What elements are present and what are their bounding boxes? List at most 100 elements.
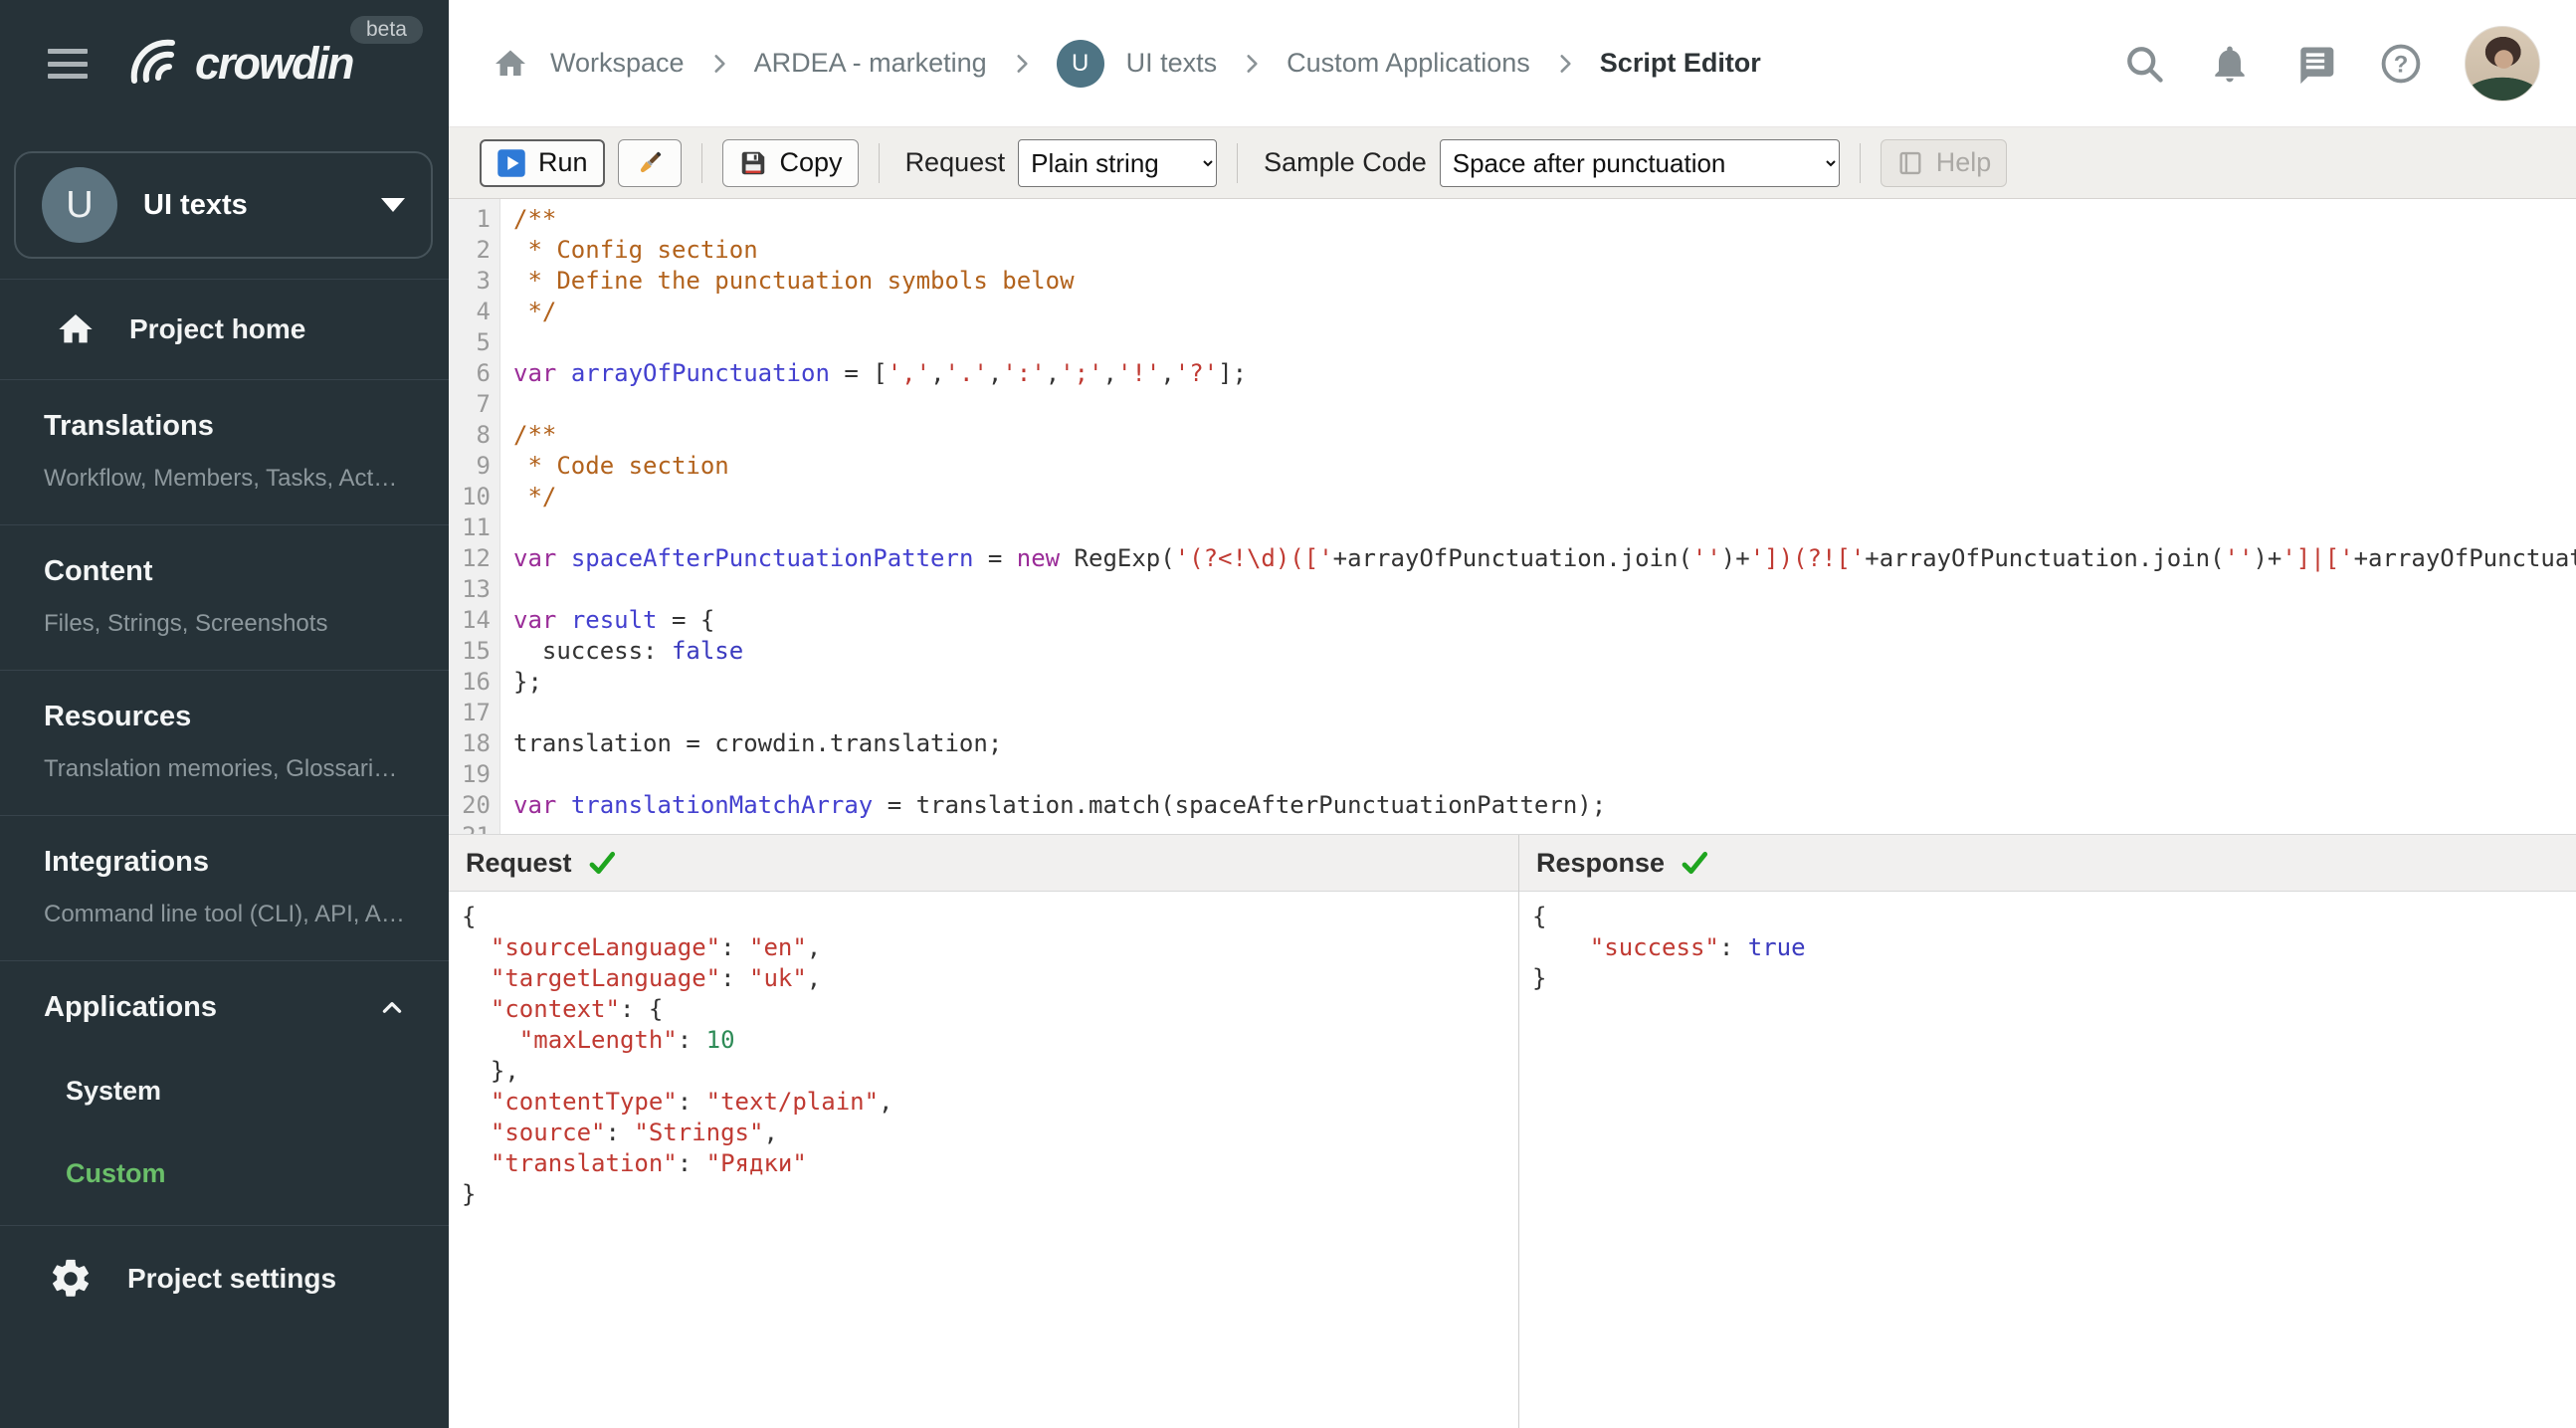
line-number: 14 [462,606,491,634]
hamburger-menu-icon[interactable] [48,49,88,79]
home-icon [59,314,93,343]
brush-icon [640,151,661,172]
section-title: Integrations [44,846,209,878]
section-title: Applications [44,991,218,1023]
topbar-actions: ? [2122,25,2540,102]
home-icon[interactable] [493,46,528,82]
io-panels: Request { "sourceLanguage": "en", "targe… [449,834,2576,1428]
line-number: 21 [449,821,491,834]
request-panel-header: Request [449,835,1518,892]
line-number: 18 [462,729,491,757]
caret-down-icon [381,198,405,212]
code-line: { [1532,903,1547,930]
sample-code-select[interactable]: Space after punctuation [1439,138,1840,187]
section-subtitle: Translation memories, Glossari… [44,755,398,782]
user-avatar[interactable] [2465,25,2540,102]
line-number: 4 [476,298,491,325]
line-number: 1 [476,205,491,233]
copy-button[interactable]: Copy [721,138,859,187]
sidebar-item-resources[interactable]: Resources Translation memories, Glossari… [0,671,449,815]
code-line: success: false [513,637,744,665]
request-json[interactable]: { "sourceLanguage": "en", "targetLanguag… [449,892,1518,1428]
code-line: var arrayOfPunctuation = [',','.',':',';… [513,359,1248,387]
notifications-bell-icon[interactable] [2208,42,2252,86]
script-editor[interactable]: 123456789101112131415161718192021 /** * … [449,199,2576,834]
toolbar-separator [878,142,880,183]
sidebar-item-label: Project settings [127,1263,337,1294]
project-selector[interactable]: U UI texts [14,151,433,259]
section-title: Content [44,555,153,587]
breadcrumb-project-group[interactable]: ARDEA - marketing [754,48,987,79]
crowdin-logo[interactable]: crowdin [125,34,355,94]
line-number: 3 [476,267,491,295]
code-line: */ [513,298,557,325]
sidebar-section-applications: Applications System Custom [0,961,449,1225]
code-line: "translation": "Рядки" [490,1149,807,1177]
code-line: "context": { [490,995,664,1023]
line-number: 5 [476,328,491,356]
line-number: 8 [476,421,491,449]
help-button[interactable]: Help [1880,138,2008,187]
sidebar-item-custom[interactable]: Custom [66,1158,409,1189]
line-number: 10 [462,483,491,510]
search-icon[interactable] [2122,42,2166,86]
sidebar-item-label: Project home [129,313,306,344]
format-brush-button[interactable] [617,138,682,187]
book-icon [1899,151,1921,174]
code-line: { [462,903,477,930]
code-line: */ [513,483,557,510]
toolbar-separator [1859,142,1861,183]
editor-toolbar: Run Copy Request Plain string Sample Cod… [449,127,2576,199]
breadcrumb-project[interactable]: UI texts [1126,48,1218,79]
breadcrumb-workspace[interactable]: Workspace [550,48,685,79]
line-number: 7 [476,390,491,418]
code-line: * Config section [513,236,758,264]
line-number: 20 [462,791,491,819]
sidebar-header: crowdin beta [0,0,449,127]
breadcrumb-custom-applications[interactable]: Custom Applications [1287,48,1530,79]
line-number: 13 [462,575,491,603]
sidebar-item-project-home[interactable]: Project home [0,280,449,379]
code-line: * Code section [513,452,729,480]
toolbar-separator [700,142,702,183]
messages-icon[interactable] [2293,42,2337,86]
line-number: 12 [462,544,491,572]
code-line: "source": "Strings", [490,1119,778,1146]
project-avatar: U [42,167,117,243]
section-subtitle: Workflow, Members, Tasks, Act… [44,465,398,492]
sidebar-item-integrations[interactable]: Integrations Command line tool (CLI), AP… [0,816,449,960]
editor-gutter: 123456789101112131415161718192021 [449,199,500,834]
code-line: translation = crowdin.translation; [513,729,1003,757]
play-icon [497,148,525,177]
help-button-label: Help [1935,147,1992,177]
code-line: * Define the punctuation symbols below [513,267,1075,295]
sidebar-item-applications[interactable]: Applications [44,991,409,1024]
code-line: }; [513,668,542,696]
section-title: Resources [44,701,192,732]
section-subtitle: Files, Strings, Screenshots [44,610,328,637]
request-panel: Request { "sourceLanguage": "en", "targe… [449,835,1519,1428]
gear-icon [53,1259,89,1297]
request-type-select[interactable]: Plain string [1018,138,1218,187]
line-number: 17 [462,699,491,726]
response-panel: Response { "success": true} [1519,835,2576,1428]
help-icon[interactable]: ? [2379,42,2423,86]
sidebar-item-project-settings[interactable]: Project settings [0,1226,449,1331]
run-button[interactable]: Run [480,138,605,187]
sidebar-item-translations[interactable]: Translations Workflow, Members, Tasks, A… [0,380,449,524]
code-line: } [462,1180,477,1208]
response-panel-title: Response [1536,847,1666,878]
save-floppy-icon [741,151,764,174]
breadcrumb: Workspace ARDEA - marketing U UI texts C… [493,39,1761,88]
response-json: { "success": true} [1519,892,2576,1428]
sidebar-item-content[interactable]: Content Files, Strings, Screenshots [0,525,449,670]
valid-check-icon [589,851,615,875]
code-line: }, [462,1057,519,1085]
chevron-right-icon [1017,54,1028,73]
svg-text:?: ? [2394,51,2409,78]
sidebar-item-system[interactable]: System [66,1076,409,1107]
editor-code[interactable]: /** * Config section * Define the punctu… [500,199,2576,834]
